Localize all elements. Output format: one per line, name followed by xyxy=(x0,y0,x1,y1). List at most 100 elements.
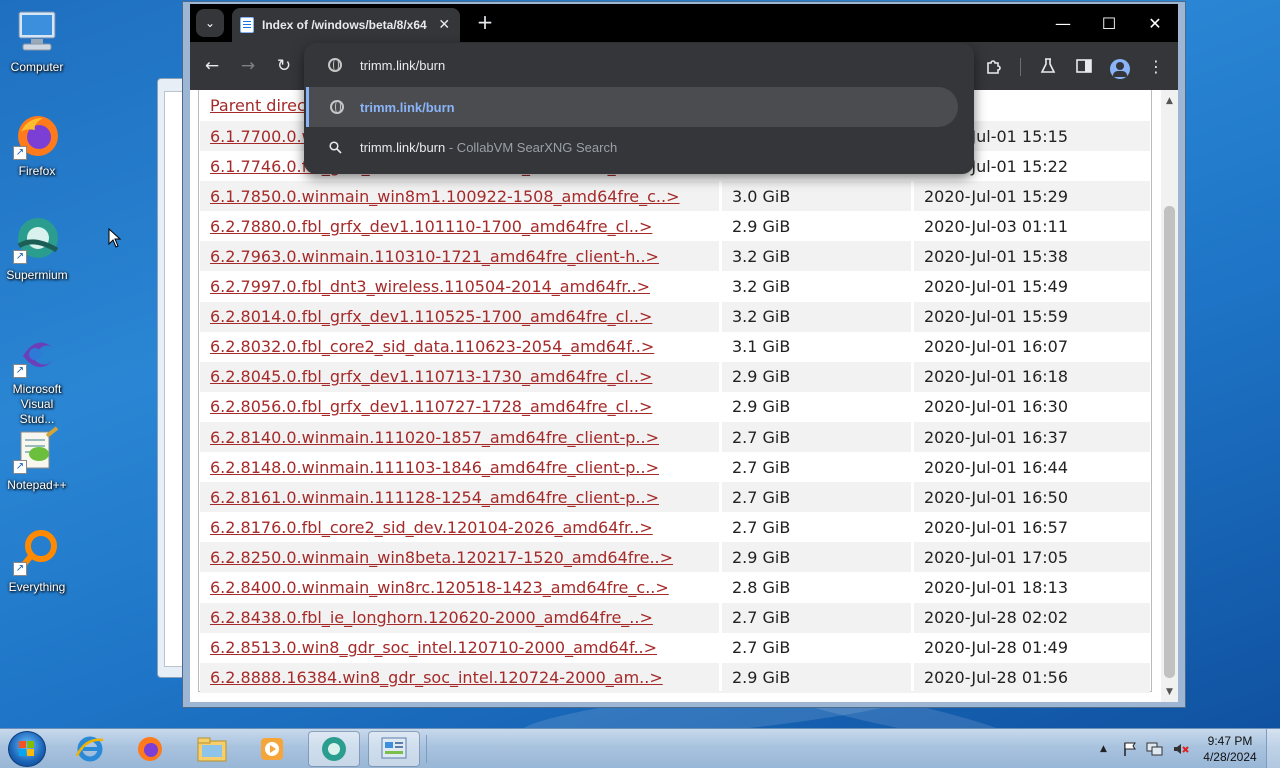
file-link[interactable]: 6.1.7850.0.winmain_win8m1.100922-1508_am… xyxy=(210,187,680,206)
toolbar-divider xyxy=(1020,58,1021,76)
side-panel-icon[interactable] xyxy=(1072,54,1096,78)
chevron-down-icon: ⌄ xyxy=(204,16,216,30)
taskbar-media-player[interactable] xyxy=(246,731,298,767)
internet-explorer-icon xyxy=(75,736,104,762)
taskbar-file-explorer[interactable] xyxy=(186,731,238,767)
desktop-icon-everything[interactable]: ↗ Everything xyxy=(2,528,72,595)
omnibox-suggestion-search[interactable]: trimm.link/burn - CollabVM SearXNG Searc… xyxy=(304,127,974,167)
reload-button[interactable]: ↻ xyxy=(272,54,296,78)
file-link[interactable]: 6.2.8176.0.fbl_core2_sid_dev.120104-2026… xyxy=(210,518,653,537)
address-bar[interactable]: trimm.link/burn xyxy=(304,43,974,87)
column-divider xyxy=(719,90,722,691)
file-size: 2.9 GiB xyxy=(732,216,791,236)
taskbar-internet-explorer[interactable] xyxy=(64,731,116,767)
desktop-icon-notepadpp[interactable]: ↗ Notepad++ xyxy=(2,426,72,493)
file-link[interactable]: 6.2.8400.0.winmain_win8rc.120518-1423_am… xyxy=(210,578,669,597)
firefox-icon xyxy=(138,737,162,761)
file-link[interactable]: 6.2.8032.0.fbl_core2_sid_data.110623-205… xyxy=(210,337,654,356)
file-date: 2020-Jul-28 01:49 xyxy=(924,638,1069,658)
file-size: 2.7 GiB xyxy=(732,487,791,507)
supermium-icon xyxy=(322,737,346,761)
supermium-icon: ↗ xyxy=(13,216,61,264)
file-date: 2020-Jul-01 15:59 xyxy=(924,307,1069,327)
file-size: 2.9 GiB xyxy=(732,547,791,567)
file-date: 2020-Jul-28 02:02 xyxy=(924,608,1069,628)
suggestion-text: trimm.link/burn xyxy=(360,99,455,115)
column-divider xyxy=(911,90,914,691)
media-player-icon xyxy=(261,738,283,760)
omnibox-dropdown: trimm.link/burn trimm.link/burn trimm.li… xyxy=(304,43,974,174)
file-date: 2020-Jul-01 16:30 xyxy=(924,397,1069,417)
volume-muted-icon[interactable] xyxy=(1172,729,1190,768)
back-button[interactable]: ← xyxy=(200,54,224,78)
minimize-button[interactable]: — xyxy=(1040,4,1086,42)
address-input-text[interactable]: trimm.link/burn xyxy=(360,58,445,73)
file-date: 2020-Jul-01 15:29 xyxy=(924,186,1069,206)
desktop-icon-supermium[interactable]: ↗ Supermium xyxy=(2,216,72,283)
shortcut-arrow-icon: ↗ xyxy=(13,146,27,160)
extensions-icon[interactable] xyxy=(982,54,1006,78)
desktop-icon-firefox[interactable]: ↗ Firefox xyxy=(2,112,72,179)
new-tab-button[interactable]: + xyxy=(472,10,498,34)
tab-search-button[interactable]: ⌄ xyxy=(196,9,224,37)
file-link[interactable]: 6.2.8140.0.winmain.111020-1857_amd64fre_… xyxy=(210,428,659,447)
clock-time: 9:47 PM xyxy=(1207,734,1253,748)
page-favicon-icon xyxy=(240,17,254,33)
file-link[interactable]: 6.2.7997.0.fbl_dnt3_wireless.110504-2014… xyxy=(210,277,650,296)
file-link[interactable]: 6.2.8014.0.fbl_grfx_dev1.110525-1700_amd… xyxy=(210,307,652,326)
file-link[interactable]: 6.2.7880.0.fbl_grfx_dev1.101110-1700_amd… xyxy=(210,217,652,236)
search-icon xyxy=(326,138,344,156)
network-icon[interactable] xyxy=(1146,729,1164,768)
page-scrollbar[interactable]: ▲ ▼ xyxy=(1161,90,1178,702)
labs-flask-icon[interactable] xyxy=(1036,54,1060,78)
file-date: 2020-Jul-01 16:57 xyxy=(924,517,1069,537)
file-link[interactable]: 6.2.8148.0.winmain.111103-1846_amd64fre_… xyxy=(210,458,659,477)
table-row: 6.2.7880.0.fbl_grfx_dev1.101110-1700_amd… xyxy=(200,211,1150,241)
tab-active[interactable]: Index of /windows/beta/8/x64 ✕ xyxy=(232,8,460,42)
file-link[interactable]: 6.2.8045.0.fbl_grfx_dev1.110713-1730_amd… xyxy=(210,367,652,386)
taskbar-control-panel[interactable] xyxy=(368,731,420,767)
start-button[interactable] xyxy=(8,731,46,767)
forward-button[interactable]: → xyxy=(236,54,260,78)
profile-avatar-icon[interactable] xyxy=(1110,59,1130,79)
file-size: 2.7 GiB xyxy=(732,457,791,477)
tab-strip: ⌄ Index of /windows/beta/8/x64 ✕ + — ☐ ✕ xyxy=(190,4,1178,42)
everything-icon: ↗ xyxy=(13,528,61,576)
folder-icon xyxy=(197,737,227,762)
chevron-up-icon: ▲ xyxy=(1100,744,1107,754)
desktop-icon-computer[interactable]: Computer xyxy=(2,8,72,75)
show-desktop-button[interactable] xyxy=(1266,729,1280,768)
scroll-up-arrow-icon[interactable]: ▲ xyxy=(1161,92,1178,109)
file-date: 2020-Jul-01 16:50 xyxy=(924,487,1069,507)
file-link[interactable]: 6.2.8161.0.winmain.111128-1254_amd64fre_… xyxy=(210,488,659,507)
file-size: 2.8 GiB xyxy=(732,578,791,597)
file-size: 2.7 GiB xyxy=(732,427,791,447)
close-window-button[interactable]: ✕ xyxy=(1132,4,1178,42)
visual-studio-icon: ↗ xyxy=(13,330,61,378)
file-link[interactable]: 6.2.8513.0.win8_gdr_soc_intel.120710-200… xyxy=(210,638,657,657)
file-link[interactable]: 6.2.8888.16384.win8_gdr_soc_intel.120724… xyxy=(210,668,663,687)
menu-kebab-icon[interactable]: ⋮ xyxy=(1144,54,1168,78)
file-link[interactable]: 6.2.8250.0.winmain_win8beta.120217-1520_… xyxy=(210,548,673,567)
action-center-flag-icon[interactable] xyxy=(1122,729,1138,768)
maximize-button[interactable]: ☐ xyxy=(1086,4,1132,42)
omnibox-suggestion-url[interactable]: trimm.link/burn xyxy=(306,87,958,127)
scroll-down-arrow-icon[interactable]: ▼ xyxy=(1161,683,1178,700)
tab-close-icon[interactable]: ✕ xyxy=(437,17,452,33)
table-row: 6.2.8140.0.winmain.111020-1857_amd64fre_… xyxy=(200,422,1150,452)
file-date: 2020-Jul-01 16:07 xyxy=(924,337,1069,357)
file-link[interactable]: 6.2.8056.0.fbl_grfx_dev1.110727-1728_amd… xyxy=(210,397,652,416)
windows-logo-icon xyxy=(19,741,35,757)
file-date: 2020-Jul-01 16:18 xyxy=(924,367,1069,387)
show-hidden-icons-button[interactable]: ▲ xyxy=(1100,729,1107,768)
table-row: 6.2.8161.0.winmain.111128-1254_amd64fre_… xyxy=(200,482,1150,513)
file-link[interactable]: 6.2.8438.0.fbl_ie_longhorn.120620-2000_a… xyxy=(210,608,653,627)
desktop-icon-visual-studio[interactable]: ↗ Microsoft Visual Stud... xyxy=(2,330,72,427)
scroll-thumb[interactable] xyxy=(1164,206,1175,678)
table-row: 6.2.8400.0.winmain_win8rc.120518-1423_am… xyxy=(200,573,1150,603)
file-size: 3.2 GiB xyxy=(732,307,791,327)
file-link[interactable]: 6.2.7963.0.winmain.110310-1721_amd64fre_… xyxy=(210,247,659,266)
taskbar-firefox[interactable] xyxy=(124,731,176,767)
taskbar-supermium[interactable] xyxy=(308,731,360,767)
system-clock[interactable]: 9:47 PM 4/28/2024 xyxy=(1198,733,1262,765)
